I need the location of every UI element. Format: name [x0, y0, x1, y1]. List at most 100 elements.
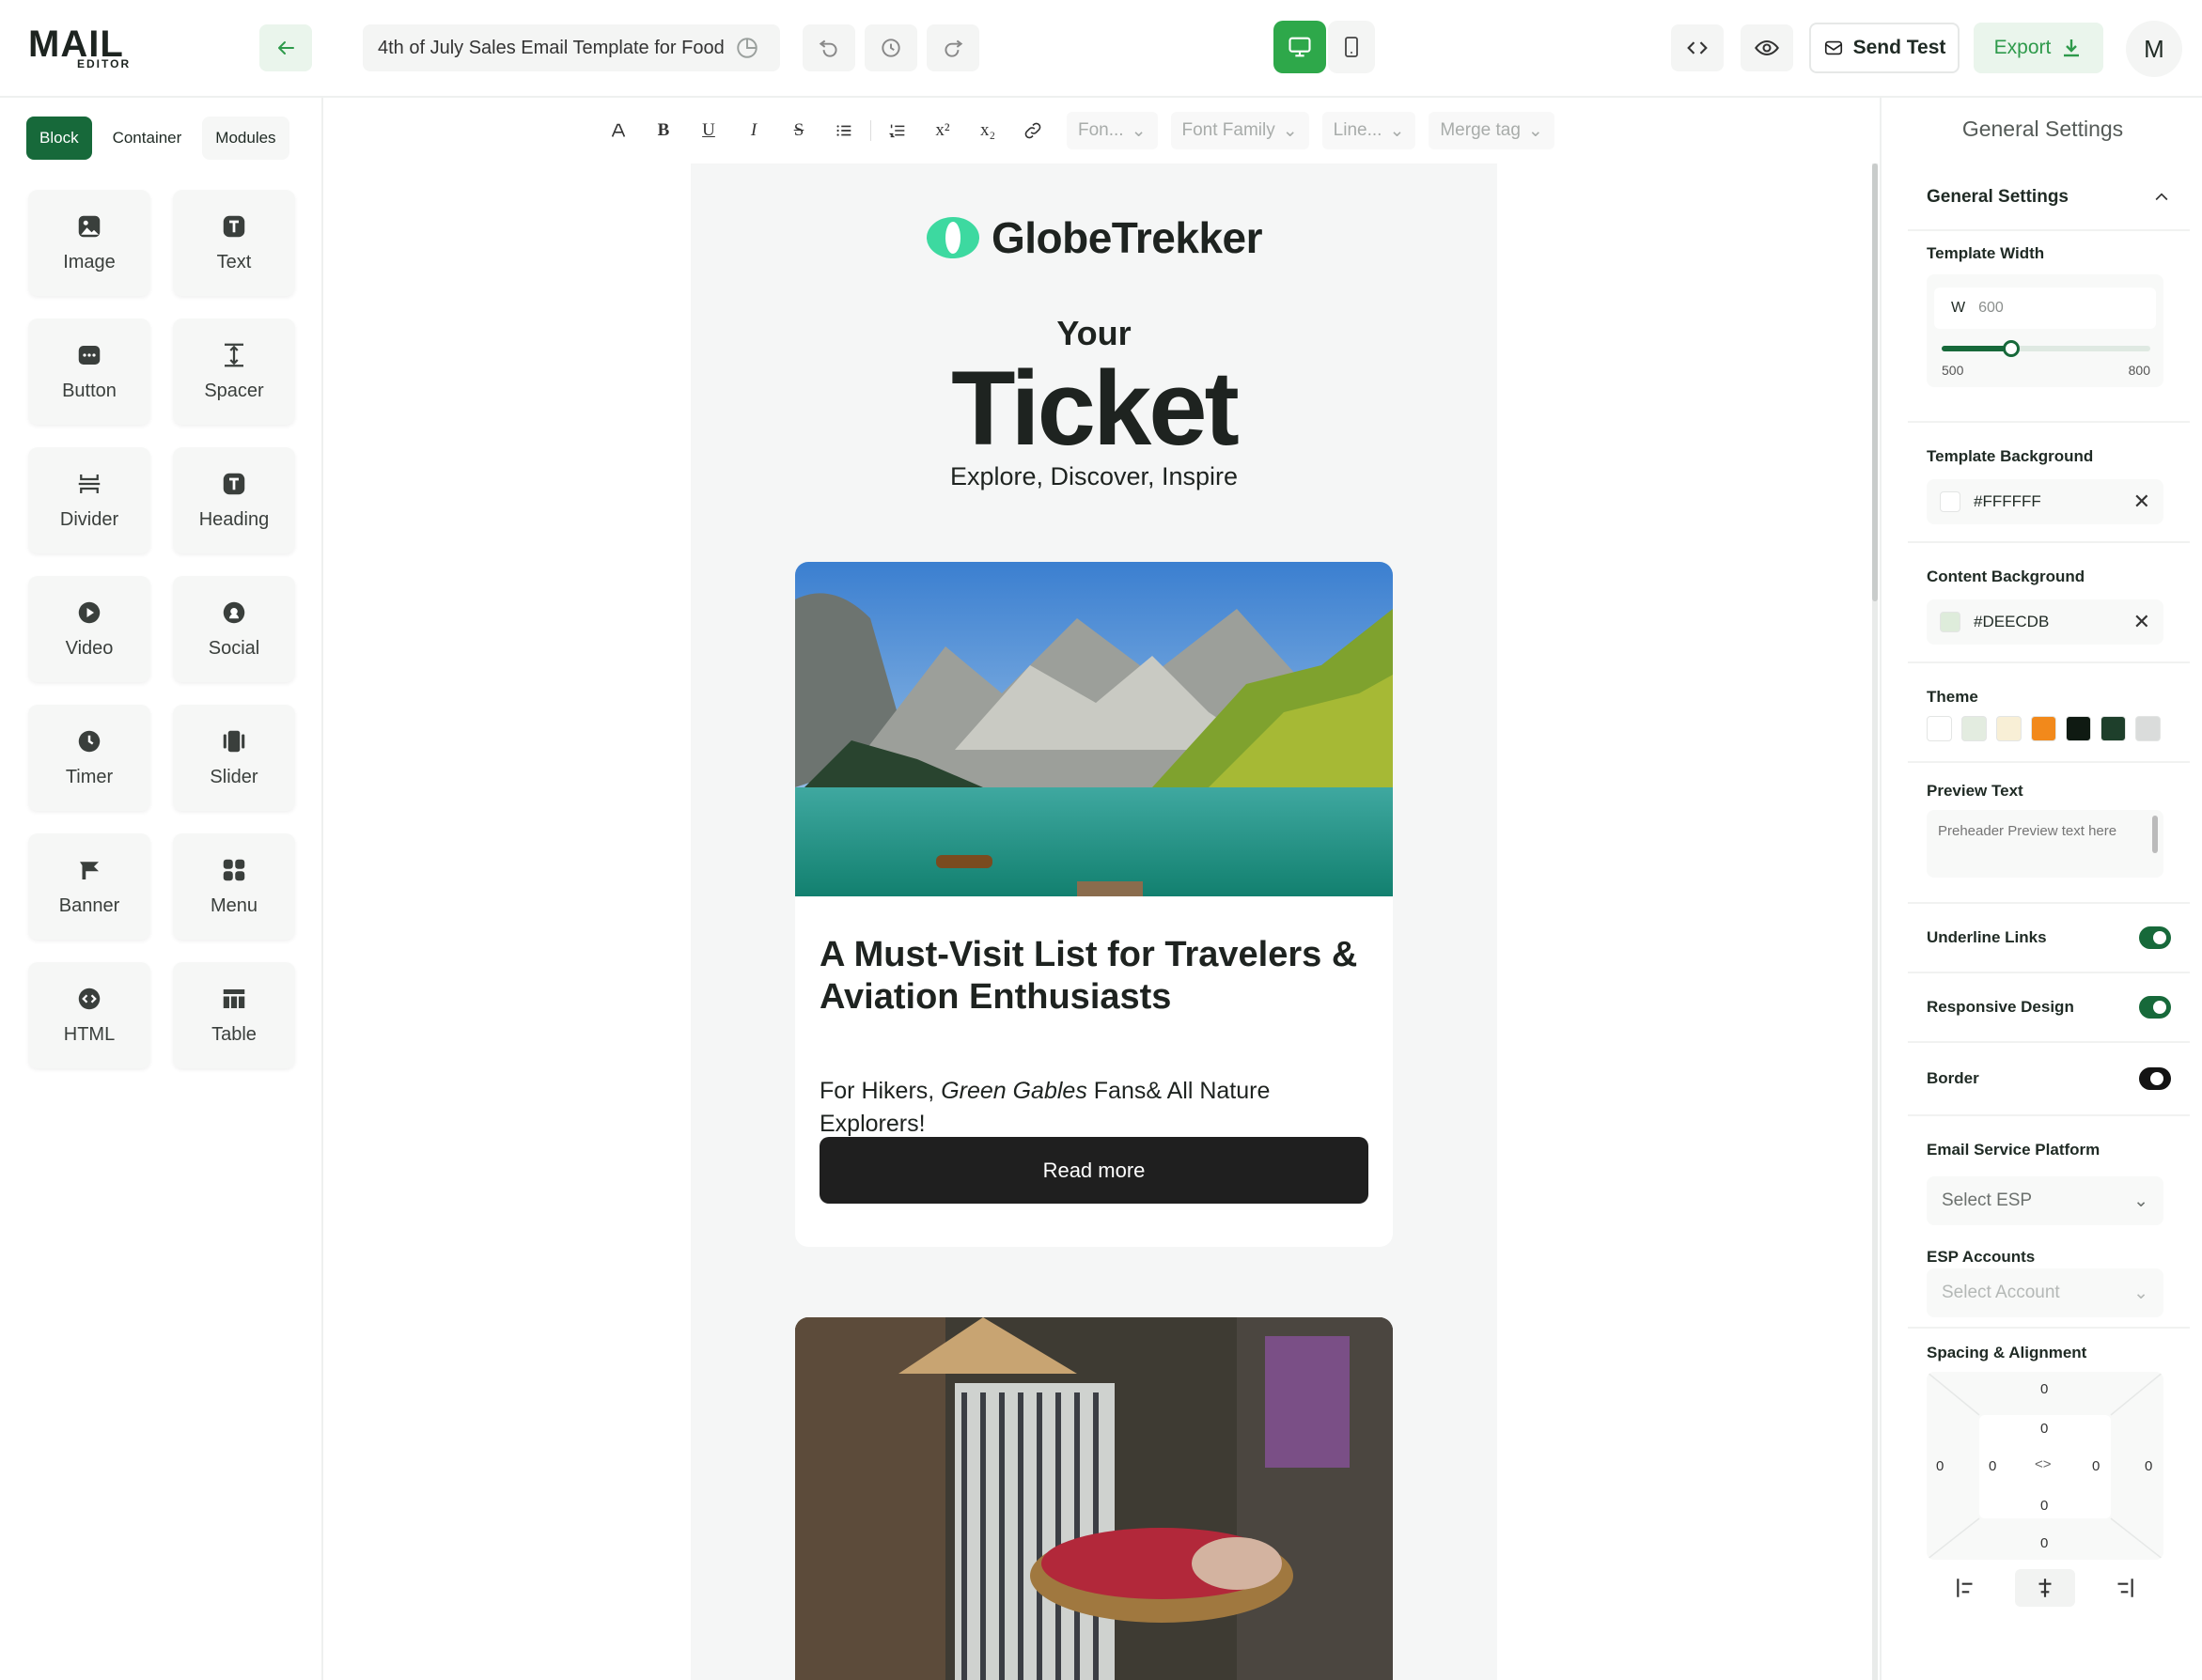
article-text[interactable]: For Hikers, Green Gables Fans& All Natur…	[820, 1075, 1346, 1141]
market-vendor-photo[interactable]	[795, 1317, 1393, 1680]
underline-links-toggle[interactable]	[2139, 926, 2171, 949]
link-values-icon[interactable]: <>	[2035, 1456, 2052, 1472]
desktop-view-button[interactable]	[1273, 21, 1326, 73]
padding-bottom-value[interactable]: 0	[2040, 1498, 2048, 1514]
block-timer[interactable]: Timer	[28, 705, 150, 811]
block-image[interactable]: Image	[28, 190, 150, 296]
download-icon	[2064, 39, 2080, 57]
user-avatar[interactable]: M	[2126, 21, 2182, 77]
preview-text-input[interactable]	[1938, 823, 2143, 839]
clear-icon[interactable]: ✕	[2133, 610, 2150, 634]
esp-select[interactable]: Select ESP ⌄	[1927, 1176, 2163, 1225]
lake-mountain-photo[interactable]	[795, 562, 1393, 896]
block-divider[interactable]: Divider	[28, 447, 150, 553]
block-banner[interactable]: Banner	[28, 833, 150, 940]
bullet-list-icon[interactable]	[823, 112, 865, 149]
toolbar-separator	[870, 120, 871, 141]
theme-swatch[interactable]	[1961, 716, 1987, 741]
block-spacer[interactable]: Spacer	[173, 319, 295, 425]
underline-links-row: Underline Links	[1908, 904, 2190, 973]
theme-swatch[interactable]	[2031, 716, 2056, 741]
superscript-icon[interactable]: x²	[922, 112, 963, 149]
padding-top-value[interactable]: 0	[2040, 1421, 2048, 1437]
hero-heading[interactable]: Ticket	[691, 348, 1497, 470]
link-icon[interactable]	[1012, 112, 1054, 149]
block-button[interactable]: Button	[28, 319, 150, 425]
code-view-button[interactable]	[1671, 24, 1724, 71]
responsive-design-toggle[interactable]	[2139, 996, 2171, 1019]
theme-swatch[interactable]	[1927, 716, 1952, 741]
margin-right-value[interactable]: 0	[2145, 1458, 2152, 1474]
tab-block[interactable]: Block	[26, 117, 92, 160]
underline-icon[interactable]: U	[688, 112, 729, 149]
border-toggle[interactable]	[2139, 1067, 2171, 1090]
margin-bottom-value[interactable]: 0	[2040, 1535, 2048, 1551]
read-more-button[interactable]: Read more	[820, 1137, 1368, 1204]
block-menu[interactable]: Menu	[173, 833, 295, 940]
block-table[interactable]: Table	[173, 962, 295, 1068]
align-right-button[interactable]	[2094, 1569, 2154, 1607]
back-button[interactable]	[259, 24, 312, 71]
tab-container[interactable]: Container	[99, 117, 195, 160]
block-heading[interactable]: Heading	[173, 447, 295, 553]
eye-icon	[1755, 39, 1779, 56]
theme-swatch[interactable]	[2100, 716, 2126, 741]
globetrekker-logo-icon	[926, 217, 979, 258]
merge-tag-dropdown[interactable]: Merge tag ⌄	[1429, 112, 1554, 149]
template-background-section: Template Background #FFFFFF ✕	[1908, 423, 2190, 543]
toggle-knob	[2150, 1072, 2163, 1085]
clear-icon[interactable]: ✕	[2133, 490, 2150, 514]
esp-accounts-select[interactable]: Select Account ⌄	[1927, 1268, 2163, 1317]
block-slider[interactable]: Slider	[173, 705, 295, 811]
block-video[interactable]: Video	[28, 576, 150, 682]
margin-left-value[interactable]: 0	[1936, 1458, 1944, 1474]
history-button[interactable]	[865, 24, 917, 71]
hero-subtitle[interactable]: Explore, Discover, Inspire	[691, 462, 1497, 491]
subscript-icon[interactable]: x₂	[967, 112, 1008, 149]
padding-right-value[interactable]: 0	[2092, 1458, 2100, 1474]
undo-button[interactable]	[803, 24, 855, 71]
block-social[interactable]: Social	[173, 576, 295, 682]
chevron-down-icon: ⌄	[2133, 1190, 2148, 1211]
font-size-dropdown[interactable]: Fon... ⌄	[1067, 112, 1158, 149]
save-icon[interactable]	[735, 36, 759, 60]
line-height-dropdown[interactable]: Line... ⌄	[1321, 112, 1416, 149]
desktop-icon	[1288, 37, 1311, 57]
export-button[interactable]: Export	[1974, 23, 2103, 73]
spacer-icon	[220, 341, 248, 369]
redo-button[interactable]	[927, 24, 979, 71]
italic-icon[interactable]: I	[733, 112, 774, 149]
margin-top-value[interactable]: 0	[2040, 1381, 2048, 1397]
template-background-swatch[interactable]	[1940, 491, 1960, 512]
padding-left-value[interactable]: 0	[1989, 1458, 1996, 1474]
align-left-button[interactable]	[1936, 1569, 1996, 1607]
preview-button[interactable]	[1741, 24, 1793, 71]
tab-modules[interactable]: Modules	[202, 117, 289, 160]
general-settings-header[interactable]: General Settings	[1908, 165, 2190, 231]
align-center-button[interactable]	[2015, 1569, 2075, 1607]
block-html[interactable]: HTML	[28, 962, 150, 1068]
logo-sub: EDITOR	[77, 57, 132, 70]
width-slider-fill	[1942, 346, 2011, 351]
template-width-input[interactable]: W 600	[1934, 288, 2156, 329]
theme-swatch[interactable]	[1996, 716, 2022, 741]
article-title[interactable]: A Must-Visit List for Travelers & Aviati…	[820, 934, 1374, 1019]
font-color-icon[interactable]	[598, 112, 639, 149]
theme-swatch[interactable]	[2135, 716, 2161, 741]
strikethrough-icon[interactable]: S	[778, 112, 820, 149]
template-background-picker[interactable]: #FFFFFF ✕	[1927, 479, 2163, 524]
bold-icon[interactable]: B	[643, 112, 684, 149]
back-arrow-icon	[278, 41, 294, 54]
mobile-view-button[interactable]	[1328, 21, 1375, 73]
send-test-button[interactable]: Send Test	[1809, 23, 1960, 73]
canvas-scrollbar-thumb[interactable]	[1872, 163, 1878, 601]
font-family-dropdown[interactable]: Font Family ⌄	[1170, 112, 1309, 149]
content-background-swatch[interactable]	[1940, 612, 1960, 632]
width-slider-handle[interactable]	[2002, 340, 2020, 357]
block-text[interactable]: Text	[173, 190, 295, 296]
template-title-input[interactable]	[378, 37, 726, 59]
theme-swatch[interactable]	[2066, 716, 2091, 741]
numbered-list-icon[interactable]	[877, 112, 918, 149]
preview-text-scrollbar[interactable]	[2152, 816, 2158, 853]
content-background-picker[interactable]: #DEECDB ✕	[1927, 599, 2163, 645]
